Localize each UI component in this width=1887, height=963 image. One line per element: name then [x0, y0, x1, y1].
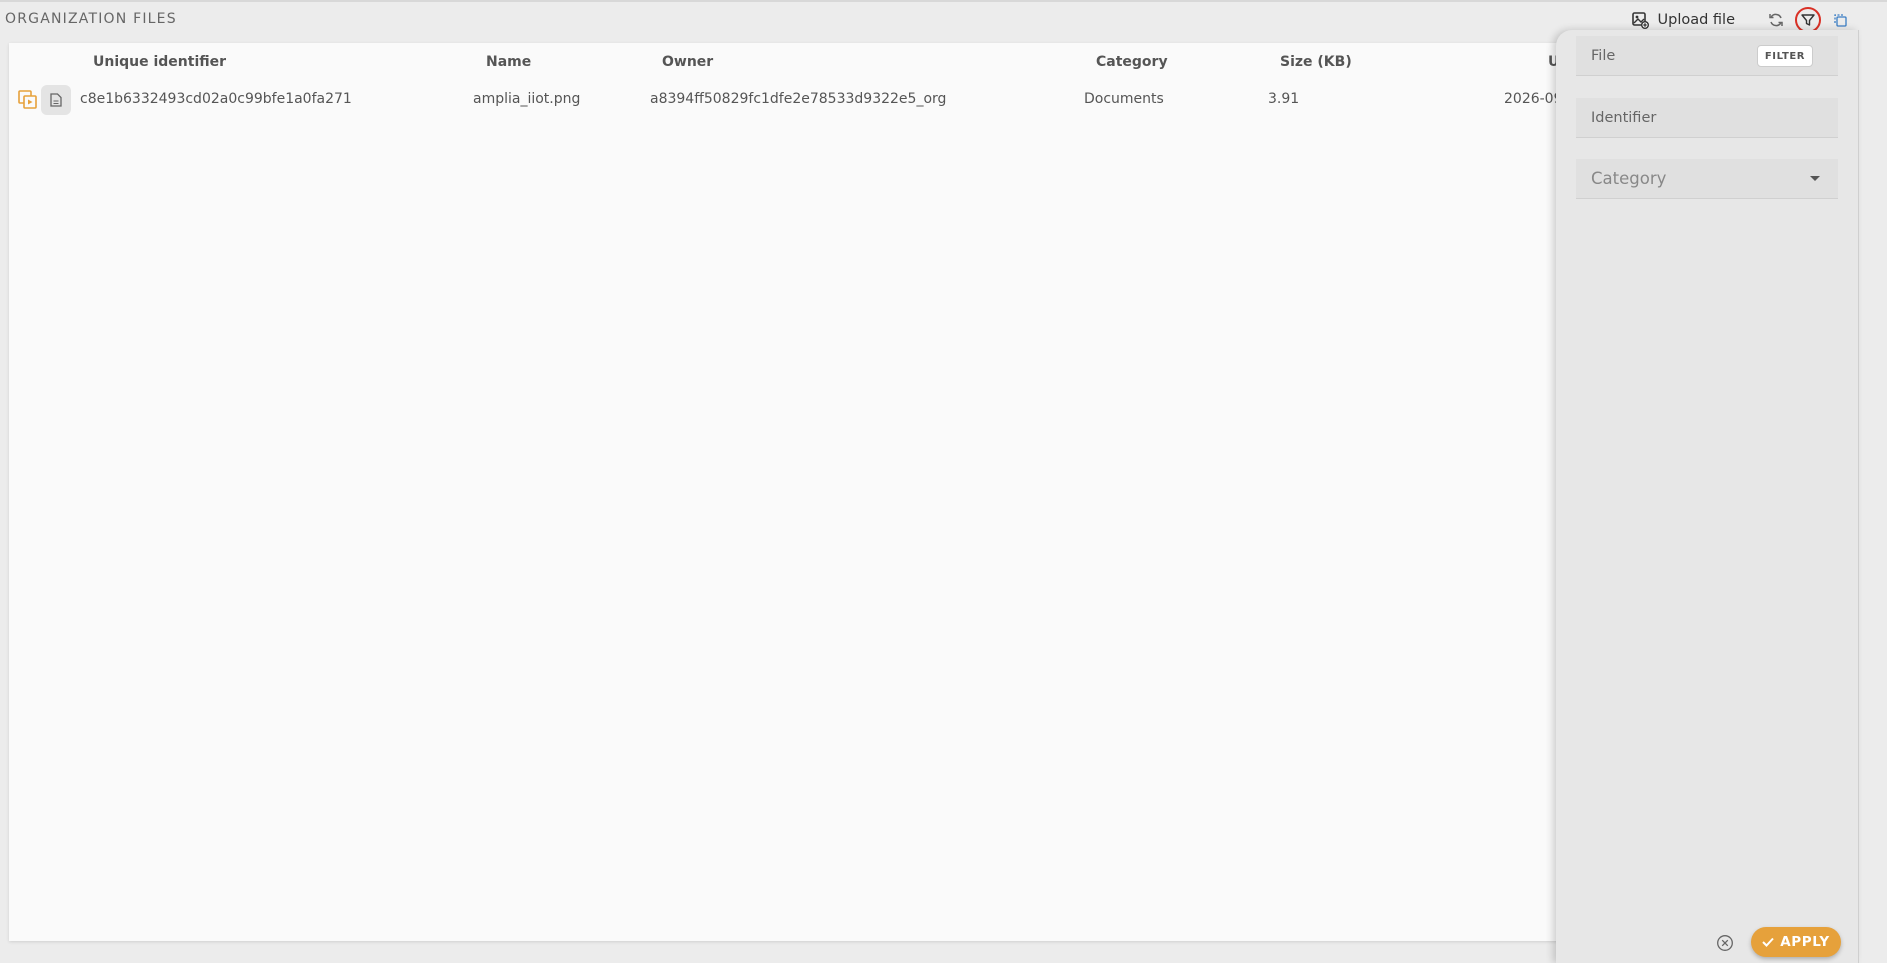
column-header-size[interactable]: Size (KB) [1280, 54, 1352, 70]
table-row[interactable]: c8e1b6332493cd02a0c99bfe1a0fa271 amplia_… [9, 80, 1563, 118]
identifier-filter-placeholder: Identifier [1591, 109, 1657, 126]
files-table: Unique identifier Name Owner Category Si… [9, 43, 1563, 941]
upload-file-label: Upload file [1657, 12, 1736, 28]
check-icon [1762, 937, 1774, 947]
apply-button[interactable]: APPLY [1751, 927, 1841, 957]
copy-button[interactable] [1829, 9, 1851, 31]
filter-panel: File FILTER Identifier Category APPLY [1556, 30, 1858, 963]
toolbar: Upload file [1631, 7, 1852, 33]
column-header-unique-identifier[interactable]: Unique identifier [93, 54, 226, 70]
filter-icon [1801, 14, 1815, 26]
page-title: ORGANIZATION FILES [5, 11, 177, 27]
category-select-placeholder: Category [1591, 169, 1667, 188]
clear-filters-icon[interactable] [1716, 934, 1734, 952]
cell-name: amplia_iiot.png [473, 91, 581, 107]
filter-tooltip-button[interactable]: FILTER [1757, 45, 1813, 67]
chevron-down-icon [1810, 176, 1820, 181]
category-select[interactable]: Category [1576, 159, 1838, 199]
window-edge [1858, 30, 1859, 963]
file-icon [50, 93, 62, 107]
identifier-filter-input[interactable]: Identifier [1576, 98, 1838, 138]
upload-image-icon [1631, 12, 1649, 29]
upload-file-button[interactable]: Upload file [1631, 11, 1736, 29]
column-header-name[interactable]: Name [486, 54, 531, 70]
file-filter-placeholder: File [1591, 47, 1616, 64]
top-border [0, 0, 1887, 2]
cell-size: 3.91 [1268, 91, 1300, 107]
cell-unique-identifier: c8e1b6332493cd02a0c99bfe1a0fa271 [80, 91, 352, 107]
file-filter-input[interactable]: File FILTER [1576, 36, 1838, 76]
cell-owner: a8394ff50829fc1dfe2e78533d9322e5_org [650, 91, 947, 107]
column-header-owner[interactable]: Owner [662, 54, 713, 70]
file-details-button[interactable] [41, 85, 71, 115]
refresh-button[interactable] [1765, 9, 1787, 31]
copy-file-icon[interactable] [18, 90, 38, 110]
apply-label: APPLY [1780, 934, 1830, 950]
cell-updated: 2026-09 [1504, 91, 1563, 107]
cell-category: Documents [1084, 91, 1164, 107]
refresh-icon [1769, 13, 1783, 27]
column-header-category[interactable]: Category [1096, 54, 1168, 70]
copy-icon [1834, 14, 1847, 27]
